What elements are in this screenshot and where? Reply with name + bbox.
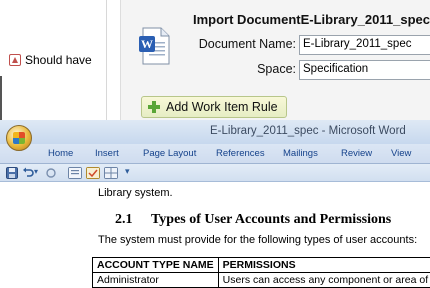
priority-label: Should have: [25, 53, 92, 67]
word-window: E-Library_2011_spec - Microsoft Word Hom…: [0, 120, 430, 280]
panel-divider-dark: [0, 76, 2, 120]
quick-access-toolbar: ▾ ▾: [0, 164, 430, 182]
import-web-page: Should have Import DocumentE-Library_201…: [0, 0, 430, 120]
import-document-title: Import DocumentE-Library_2011_spec: [193, 12, 430, 27]
spelling-icon[interactable]: [86, 167, 100, 179]
document-name-input[interactable]: E-Library_2011_spec: [299, 35, 430, 55]
plus-icon: [148, 101, 160, 113]
document-page[interactable]: Library system. 2.1Types of User Account…: [0, 182, 430, 280]
section-number: 2.1: [115, 212, 151, 228]
document-line: Library system.: [98, 187, 173, 199]
priority-up-arrow-icon: [9, 54, 21, 66]
table-header-row: ACCOUNT TYPE NAME PERMISSIONS: [93, 258, 430, 273]
customize-qat-dropdown-icon[interactable]: ▾: [125, 166, 137, 178]
section-heading: 2.1Types of User Accounts and Permission…: [115, 212, 391, 228]
office-button[interactable]: [6, 125, 32, 151]
section-intro: The system must provide for the followin…: [98, 234, 417, 246]
space-input[interactable]: Specification: [299, 60, 430, 80]
tab-page-layout[interactable]: Page Layout: [143, 148, 196, 159]
draw-table-icon[interactable]: [104, 167, 118, 179]
panel-divider: [106, 0, 107, 120]
left-panel: Should have: [0, 0, 120, 120]
tab-references[interactable]: References: [216, 148, 265, 159]
word-document-icon: W: [139, 26, 171, 66]
priority-should-have[interactable]: Should have: [9, 53, 92, 67]
svg-text:W: W: [141, 37, 153, 51]
tab-mailings[interactable]: Mailings: [283, 148, 318, 159]
print-preview-icon[interactable]: [68, 167, 82, 179]
table-header-cell: PERMISSIONS: [218, 258, 430, 273]
table-cell: Users can access any component or area o…: [218, 273, 430, 288]
document-name-label: Document Name:: [176, 37, 296, 51]
word-window-title: E-Library_2011_spec - Microsoft Word: [210, 125, 406, 137]
account-types-table: ACCOUNT TYPE NAME PERMISSIONS Administra…: [92, 257, 430, 288]
import-document-panel: Import DocumentE-Library_2011_spec W Doc…: [120, 0, 430, 120]
add-rule-label: Add Work Item Rule: [166, 100, 278, 114]
save-icon[interactable]: [6, 167, 18, 179]
table-row: Administrator Users can access any compo…: [93, 273, 430, 288]
space-label: Space:: [176, 62, 296, 76]
table-header-cell: ACCOUNT TYPE NAME: [93, 258, 219, 273]
table-cell: Administrator: [93, 273, 219, 288]
tab-insert[interactable]: Insert: [95, 148, 119, 159]
tab-view[interactable]: View: [391, 148, 411, 159]
tab-review[interactable]: Review: [341, 148, 372, 159]
redo-icon[interactable]: [45, 167, 57, 179]
office-logo-icon: [13, 132, 25, 144]
ribbon-tabs: Home Insert Page Layout References Maili…: [0, 144, 430, 164]
add-work-item-rule-button[interactable]: Add Work Item Rule: [141, 96, 287, 118]
tab-home[interactable]: Home: [48, 148, 73, 159]
word-title-bar: E-Library_2011_spec - Microsoft Word: [0, 120, 430, 144]
section-title: Types of User Accounts and Permissions: [151, 212, 391, 227]
undo-icon[interactable]: [22, 167, 34, 179]
